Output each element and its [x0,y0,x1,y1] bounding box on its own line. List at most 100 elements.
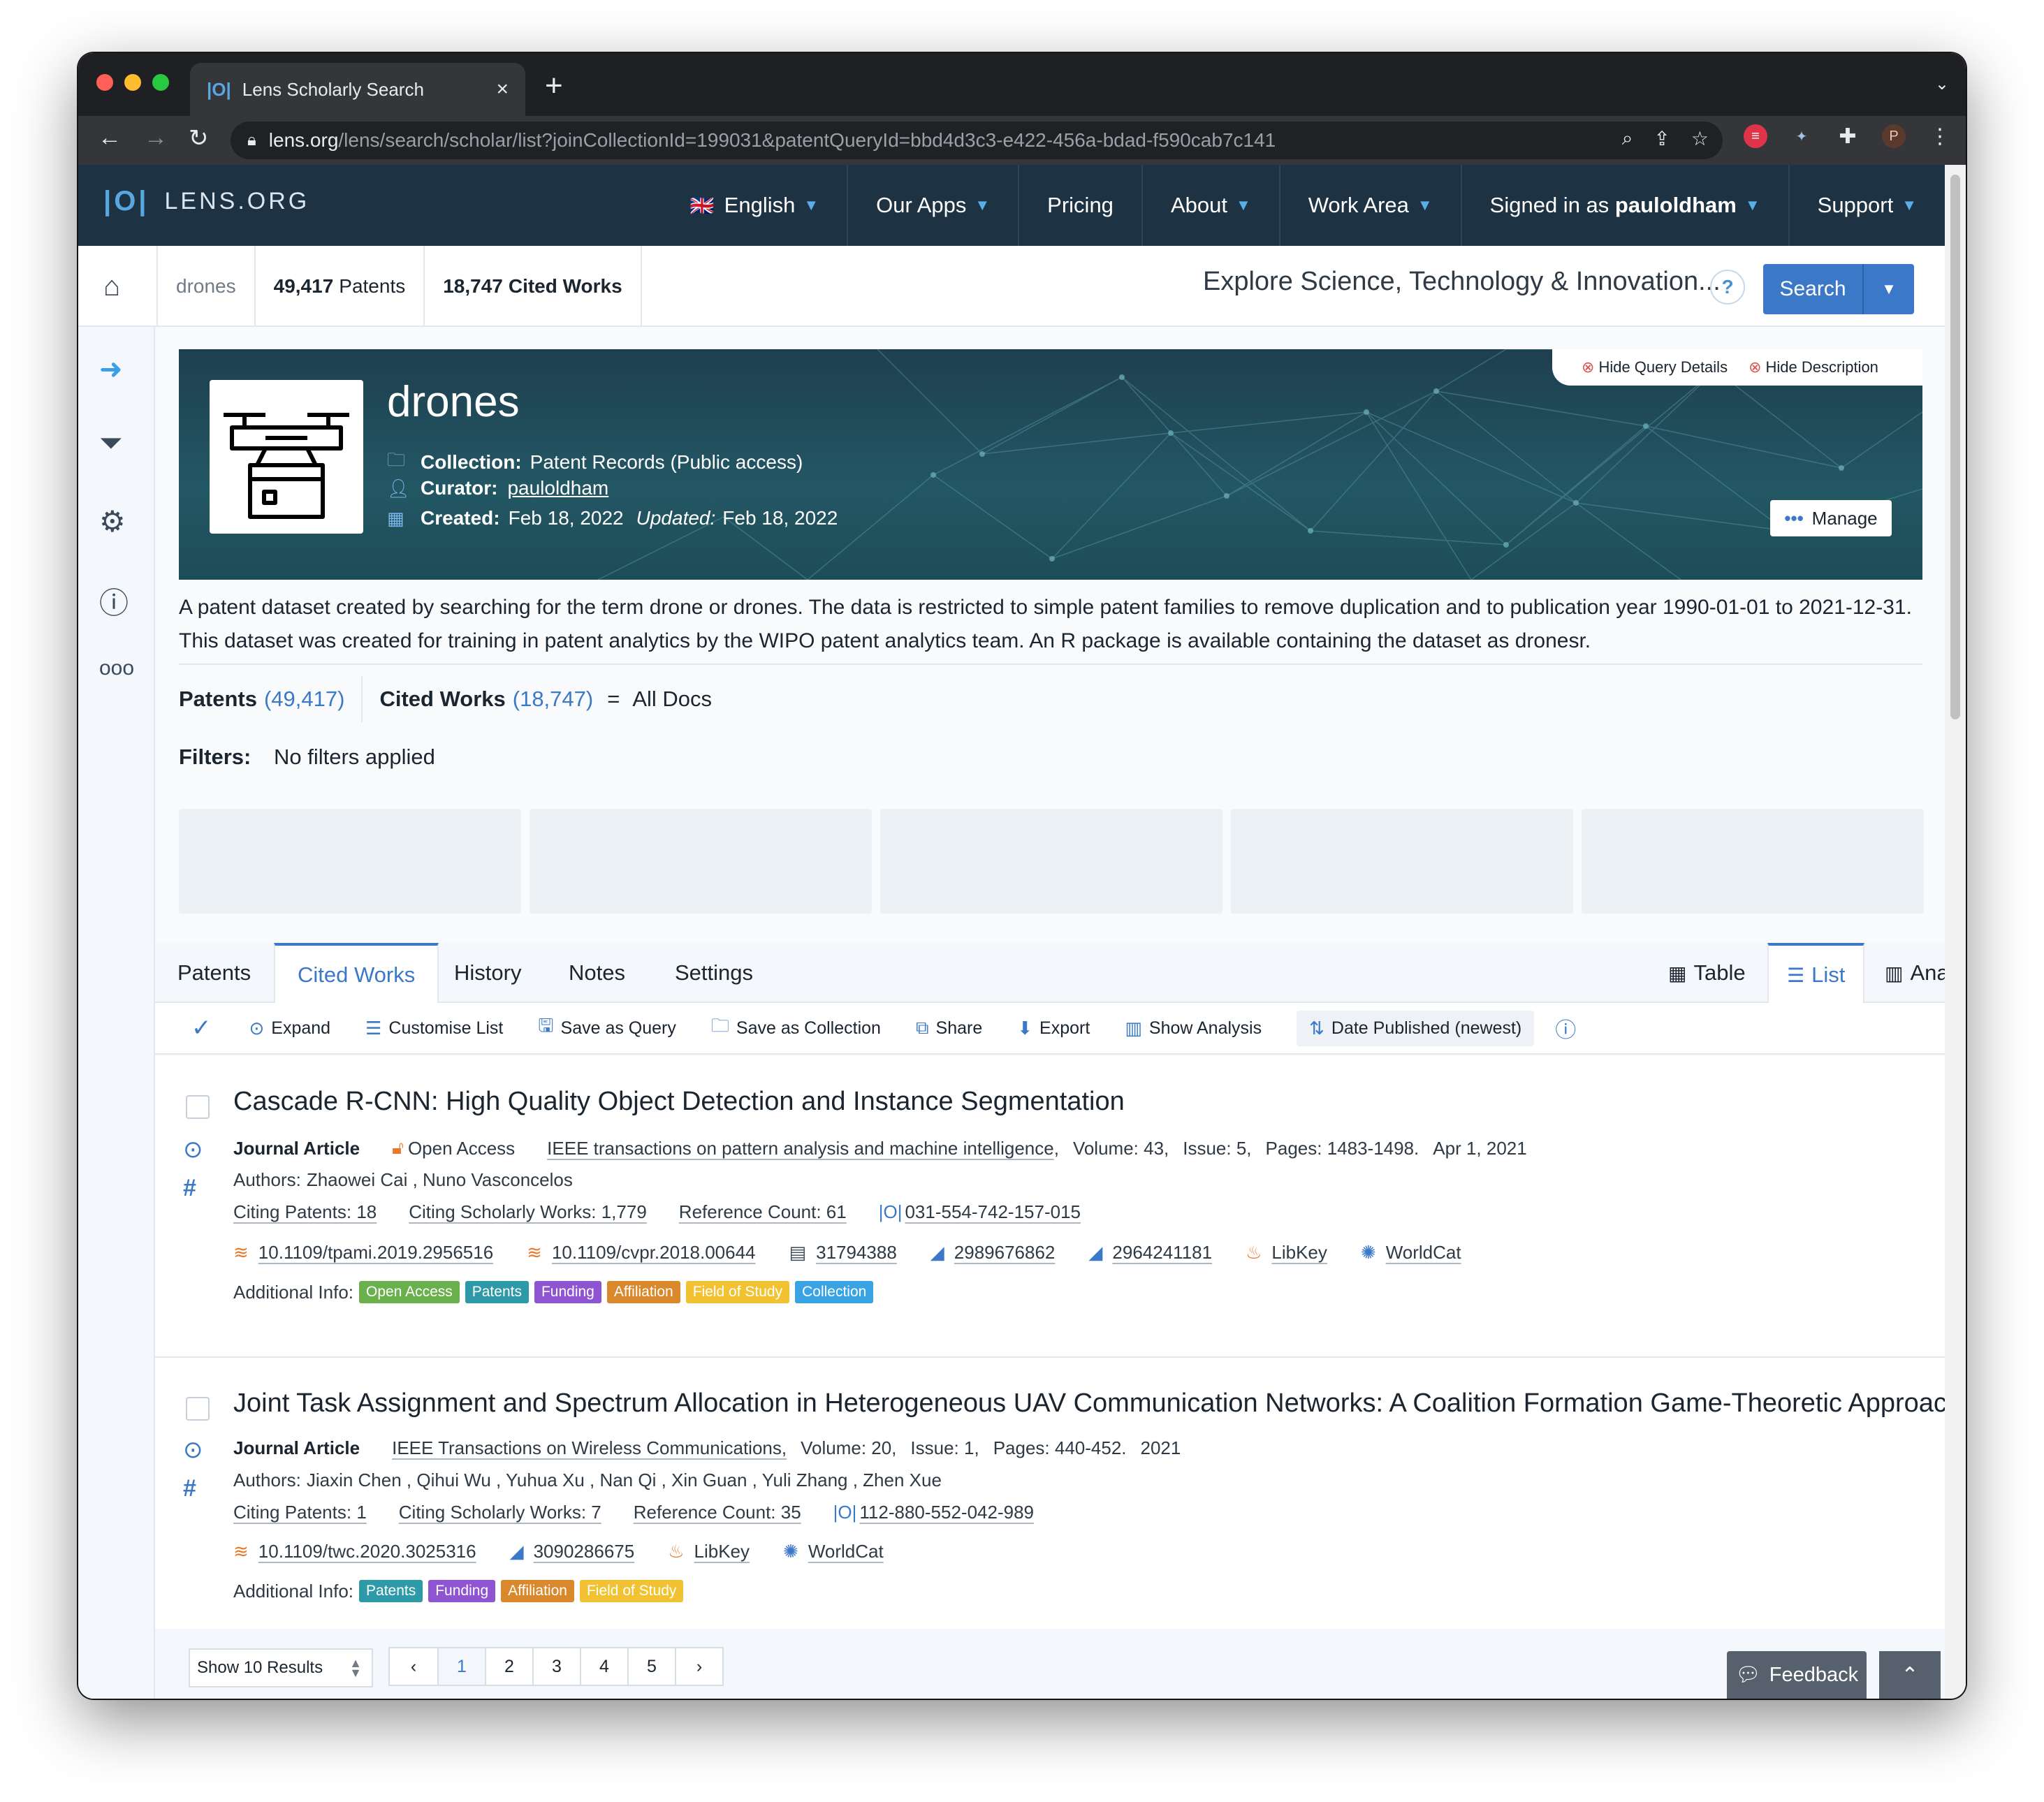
journal-link[interactable]: IEEE transactions on pattern analysis an… [547,1138,1054,1159]
sort-dropdown[interactable]: ⇅ Date Published (newest) [1297,1010,1535,1046]
page-2-button[interactable]: 2 [485,1648,532,1685]
tab-notes[interactable]: Notes [546,943,648,1003]
extension-satellite-icon[interactable]: ✦ [1790,124,1813,148]
badge-affiliation[interactable]: Affiliation [606,1281,680,1303]
puzzle-icon[interactable]: ✚ [1836,124,1860,148]
forward-arrow-icon[interactable]: → [144,124,168,152]
crumb-collection[interactable]: drones [156,246,254,327]
search-button[interactable]: Search [1763,264,1864,314]
share-action[interactable]: ⧉ Share [916,1017,982,1039]
bookmark-star-icon[interactable]: ☆ [1691,127,1709,150]
record-title[interactable]: Cascade R-CNN: High Quality Object Detec… [233,1087,1125,1117]
nav-support[interactable]: Support ▼ [1788,165,1945,246]
maximize-window-button[interactable] [152,74,169,91]
hide-query-details-link[interactable]: ⊗ Hide Query Details [1582,358,1728,376]
lens-id-link[interactable]: 112-880-552-042-989 [859,1502,1034,1523]
close-window-button[interactable] [96,74,113,91]
hide-description-link[interactable]: ⊗ Hide Description [1749,358,1878,376]
libkey-link[interactable]: ♨ LibKey [668,1541,750,1562]
page-5-button[interactable]: 5 [627,1648,675,1685]
nav-about[interactable]: About ▼ [1141,165,1279,246]
scroll-to-top-icon[interactable]: ⌃ [1879,1651,1941,1699]
nav-work-area[interactable]: Work Area ▼ [1278,165,1461,246]
more-menu-icon[interactable]: ⋮ [1928,124,1952,148]
crumb-patents[interactable]: 49,417 Patents [254,246,424,327]
reference-count-link[interactable]: Reference Count: 35 [634,1502,801,1523]
tab-search-chevron-icon[interactable]: ⌄ [1935,74,1949,94]
profile-avatar[interactable]: P [1882,124,1906,148]
extension-red-icon[interactable]: ≡ [1744,124,1767,148]
filter-icon[interactable]: ⏷ [99,426,123,460]
nav-our-apps[interactable]: Our Apps ▼ [847,165,1018,246]
expand-circle-icon[interactable]: ⊙ [183,1136,203,1164]
lens-id-link[interactable]: 031-554-742-157-015 [905,1201,1081,1223]
counts-cited-value[interactable]: (18,747) [513,687,593,712]
info-icon[interactable]: ⓘ [99,580,129,622]
reload-icon[interactable]: ↻ [189,124,209,152]
minimize-window-button[interactable] [124,74,141,91]
view-table-tab[interactable]: ▦ Table [1650,943,1764,1003]
show-analysis-action[interactable]: ▥ Show Analysis [1125,1018,1262,1039]
nav-pricing[interactable]: Pricing [1018,165,1141,246]
feedback-floating-button[interactable]: 💬︎ Feedback [1727,1651,1867,1699]
pubmed-link[interactable]: ▤ 31794388 [789,1242,897,1263]
curator-link[interactable]: pauloldham [507,477,608,499]
badge-patents[interactable]: Patents [465,1281,529,1303]
mag-link[interactable]: ◢ 2989676862 [930,1242,1056,1263]
help-icon[interactable]: ? [1710,270,1745,305]
expand-action[interactable]: ⊙ Expand [249,1018,331,1039]
authors-list[interactable]: Zhaowei Cai , Nuno Vasconcelos [307,1169,573,1191]
page-4-button[interactable]: 4 [580,1648,627,1685]
info-icon[interactable]: ⓘ [1555,1013,1576,1043]
expand-panel-icon[interactable]: ➜ [99,353,123,386]
customise-list-action[interactable]: ☰ Customise List [365,1018,503,1039]
reference-count-link[interactable]: Reference Count: 61 [679,1201,847,1223]
doi-link[interactable]: ≋ 10.1109/twc.2020.3025316 [233,1541,476,1562]
badge-collection[interactable]: Collection [795,1281,874,1303]
nav-language[interactable]: 🇬🇧 English ▼ [662,165,847,246]
results-per-page-select[interactable]: Show 10 Results ▲ ▼ [189,1648,373,1687]
counts-patents-label[interactable]: Patents [179,687,257,712]
badge-affiliation[interactable]: Affiliation [501,1580,574,1602]
select-all-check-icon[interactable]: ✓ [191,1014,212,1042]
manage-button[interactable]: ••• Manage [1770,500,1892,536]
nav-signed-in[interactable]: Signed in as pauloldham ▼ [1460,165,1788,246]
lens-logo[interactable]: |O| LENS.ORG [103,186,309,217]
expand-circle-icon[interactable]: ⊙ [183,1436,203,1464]
view-list-tab[interactable]: ☰ List [1767,943,1865,1004]
hash-icon[interactable]: # [183,1175,196,1202]
counts-patents-value[interactable]: (49,417) [264,687,344,712]
new-tab-button[interactable]: + [545,68,563,103]
share-icon[interactable]: ⇪ [1654,127,1670,150]
tab-patents[interactable]: Patents [155,943,273,1003]
hash-icon[interactable]: # [183,1475,196,1502]
view-analysis-tab[interactable]: ▥ Analysis [1878,943,1945,1003]
browser-tab[interactable]: |O| Lens Scholarly Search × [190,63,525,116]
scrollbar-thumb[interactable] [1950,175,1960,719]
mag-link[interactable]: ◢ 3090286675 [510,1541,635,1562]
more-options-icon[interactable]: ooo [99,657,134,680]
badge-open-access[interactable]: Open Access [359,1281,460,1303]
authors-list[interactable]: Jiaxin Chen , Qihui Wu , Yuhua Xu , Nan … [307,1470,942,1491]
address-bar[interactable]: 🔒︎ lens.org/lens/search/scholar/list?joi… [231,122,1723,159]
home-icon[interactable]: ⌂ [103,271,120,302]
citing-patents-link[interactable]: Citing Patents: 1 [233,1502,367,1523]
search-options-caret-icon[interactable]: ▼ [1864,264,1914,314]
page-scrollbar[interactable] [1945,165,1966,1699]
libkey-link[interactable]: ♨ LibKey [1246,1242,1327,1263]
search-tagline[interactable]: Explore Science, Technology & Innovation… [1203,267,1721,297]
badge-patents[interactable]: Patents [359,1580,423,1602]
user-settings-icon[interactable]: ⚙ [99,504,126,539]
record-title[interactable]: Joint Task Assignment and Spectrum Alloc… [233,1389,1945,1419]
tab-history[interactable]: History [432,943,543,1003]
crumb-cited-works[interactable]: 18,747 Cited Works [423,246,642,327]
doi-link[interactable]: ≋ 10.1109/cvpr.2018.00644 [527,1242,755,1263]
save-query-action[interactable]: 🖫 Save as Query [538,1013,676,1043]
close-tab-icon[interactable]: × [496,78,509,101]
citing-works-link[interactable]: Citing Scholarly Works: 7 [399,1502,601,1523]
badge-field-of-study[interactable]: Field of Study [685,1281,790,1303]
doi-link[interactable]: ≋ 10.1109/tpami.2019.2956516 [233,1242,493,1263]
mag-link[interactable]: ◢ 2964241181 [1088,1242,1212,1263]
prev-page-icon[interactable]: ‹ [390,1648,437,1685]
badge-funding[interactable]: Funding [534,1281,601,1303]
